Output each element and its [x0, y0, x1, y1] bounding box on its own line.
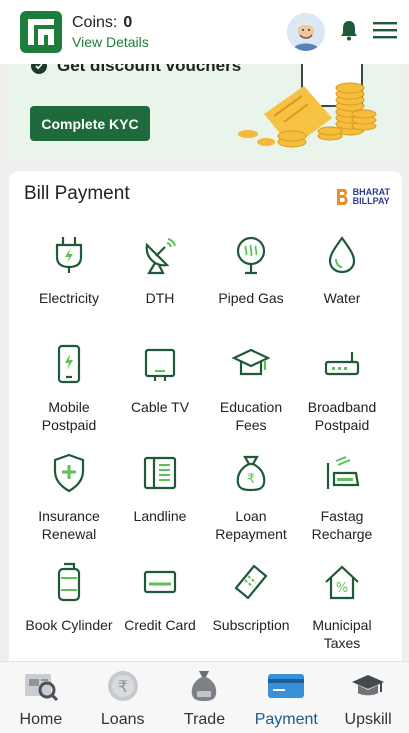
graduation-cap-icon [351, 667, 385, 705]
tile-electricity[interactable]: Electricity [21, 233, 117, 307]
graduation-cap-icon [203, 342, 299, 386]
bill-payment-card: Bill Payment BHARAT BILLPAY Electricity [9, 171, 402, 671]
view-details-link[interactable]: View Details [72, 34, 149, 50]
tile-broadband-postpaid[interactable]: Broadband Postpaid [294, 342, 390, 434]
nav-trade[interactable]: Trade [164, 662, 246, 733]
tile-subscription[interactable]: Subscription [203, 560, 299, 634]
bottom-nav: Home ₹ Loans Trade Payment Upskill [0, 661, 409, 733]
tile-water[interactable]: Water [294, 233, 390, 307]
tile-municipal-taxes[interactable]: % Municipal Taxes [294, 560, 390, 652]
house-percent-icon: % [294, 560, 390, 604]
svg-text:₹: ₹ [247, 472, 255, 487]
gas-icon [203, 233, 299, 277]
money-bag-icon [189, 667, 219, 705]
bill-payment-title: Bill Payment [24, 183, 130, 204]
tile-insurance-renewal[interactable]: Insurance Renewal [21, 451, 117, 543]
coins-block: Coins: 0 View Details [72, 14, 149, 50]
cylinder-icon [21, 560, 117, 604]
nav-home[interactable]: Home [0, 662, 82, 733]
coins-value: 0 [123, 14, 133, 31]
ticket-icon [203, 560, 299, 604]
rupee-coin-icon: ₹ [106, 667, 140, 705]
tile-mobile-postpaid[interactable]: Mobile Postpaid [21, 342, 117, 434]
tile-loan-repayment[interactable]: ₹ Loan Repayment [203, 451, 299, 543]
top-header: Coins: 0 View Details [0, 0, 409, 64]
tile-fastag-recharge[interactable]: Fastag Recharge [294, 451, 390, 543]
complete-kyc-button[interactable]: Complete KYC [30, 106, 150, 141]
fastag-icon [294, 451, 390, 495]
plug-icon [21, 233, 117, 277]
hamburger-menu-icon[interactable] [373, 20, 397, 45]
tile-education-fees[interactable]: Education Fees [203, 342, 299, 434]
router-icon [294, 342, 390, 386]
satellite-dish-icon [112, 233, 208, 277]
card-icon [267, 667, 305, 705]
avatar[interactable] [287, 13, 325, 51]
nav-loans[interactable]: ₹ Loans [82, 662, 164, 733]
tv-icon [112, 342, 208, 386]
money-bag-icon: ₹ [203, 451, 299, 495]
app-logo[interactable] [20, 11, 62, 53]
tile-cable-tv[interactable]: Cable TV [112, 342, 208, 416]
vouchers-coins-illustration [232, 56, 382, 160]
coins-label: Coins: [72, 14, 118, 31]
shield-plus-icon [21, 451, 117, 495]
tile-dth[interactable]: DTH [112, 233, 208, 307]
kyc-banner: Get discount vouchers Complete KYC [9, 56, 402, 160]
tile-credit-card[interactable]: Credit Card [112, 560, 208, 634]
svg-text:₹: ₹ [118, 677, 128, 696]
water-drop-icon [294, 233, 390, 277]
credit-card-icon [112, 560, 208, 604]
tile-piped-gas[interactable]: Piped Gas [203, 233, 299, 307]
tile-book-cylinder[interactable]: Book Cylinder [21, 560, 117, 634]
nav-payment[interactable]: Payment [245, 662, 327, 733]
tile-landline[interactable]: Landline [112, 451, 208, 525]
home-icon [23, 667, 59, 705]
bell-icon[interactable] [339, 19, 359, 46]
bharat-billpay-logo: BHARAT BILLPAY [336, 188, 390, 206]
svg-text:%: % [336, 581, 348, 596]
bbps-line2: BILLPAY [352, 196, 390, 206]
nav-upskill[interactable]: Upskill [327, 662, 409, 733]
landline-icon [112, 451, 208, 495]
mobile-icon [21, 342, 117, 386]
